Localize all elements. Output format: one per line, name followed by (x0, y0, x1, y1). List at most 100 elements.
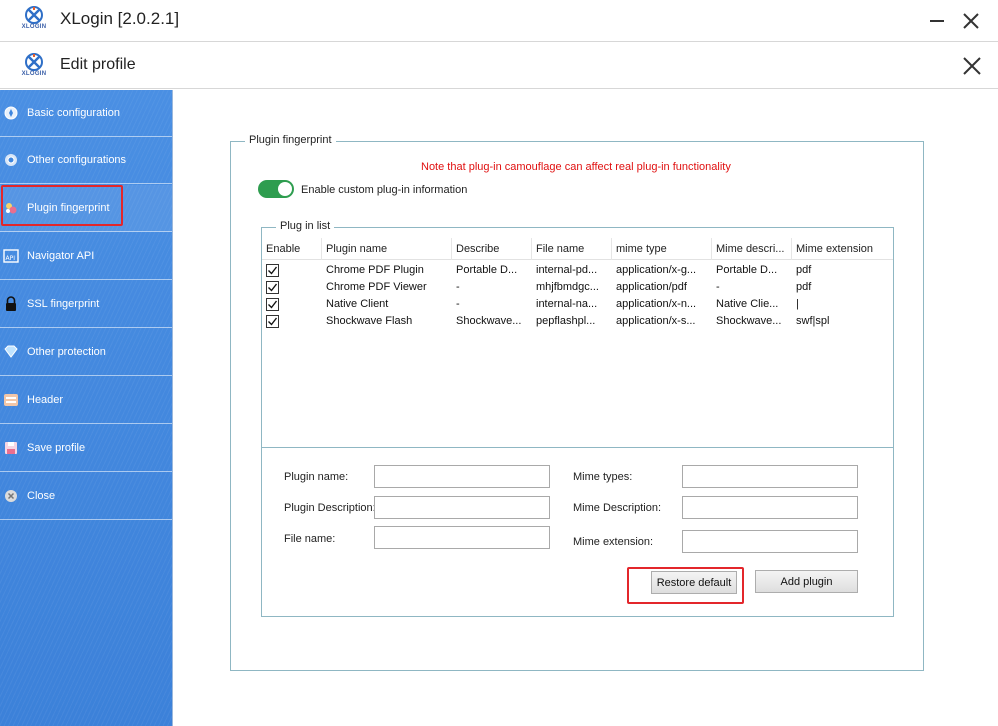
sidebar-item-close[interactable]: Close (0, 473, 172, 520)
compass-icon (3, 105, 19, 121)
group-title: Plugin fingerprint (245, 134, 336, 146)
shield-icon (3, 344, 19, 360)
cell-describe: Portable D... (456, 264, 518, 276)
sidebar-item-label: Save profile (27, 442, 86, 454)
app-title: XLogin [2.0.2.1] (60, 9, 180, 28)
table-row[interactable]: Shockwave Flash Shockwave... pepflashpl.… (262, 313, 893, 330)
api-icon: API (3, 248, 19, 264)
plugin-name-input[interactable] (374, 465, 550, 488)
cell-mime-description: Portable D... (716, 264, 778, 276)
custom-plugin-toggle[interactable] (258, 180, 294, 198)
column-header[interactable]: Describe (452, 238, 532, 260)
cell-mime-extension: | (796, 298, 799, 310)
header-icon (3, 392, 19, 408)
sidebar-item-plugin-fingerprint[interactable]: Plugin fingerprint (0, 185, 172, 232)
plugin-list-group: Plug in list Enable Plugin name Describe… (261, 220, 894, 617)
cell-file-name: mhjfbmdgc... (536, 281, 599, 293)
minimize-button[interactable] (924, 8, 950, 34)
cell-file-name: internal-na... (536, 298, 598, 310)
file-name-input[interactable] (374, 526, 550, 549)
column-header[interactable]: File name (532, 238, 612, 260)
cell-plugin-name: Shockwave Flash (326, 315, 413, 327)
sidebar: Basic configuration Other configurations… (0, 90, 173, 726)
sidebar-item-label: SSL fingerprint (27, 298, 100, 310)
plugin-name-label: Plugin name: (284, 471, 349, 483)
cell-mime-type: application/x-n... (616, 298, 697, 310)
dialog-header: XLOGIN Edit profile (0, 43, 998, 89)
sidebar-item-label: Navigator API (27, 250, 95, 262)
column-header[interactable]: Plugin name (322, 238, 452, 260)
cell-plugin-name: Chrome PDF Viewer (326, 281, 427, 293)
table-row[interactable]: Native Client - internal-na... applicati… (262, 296, 893, 313)
dialog-title: Edit profile (60, 56, 136, 73)
warning-text: Note that plug-in camouflage can affect … (421, 161, 731, 173)
xlogin-logo: XLOGIN (21, 5, 47, 35)
sidebar-item-header[interactable]: Header (0, 377, 172, 424)
sidebar-item-label: Other configurations (27, 154, 127, 166)
toggle-label: Enable custom plug-in information (301, 184, 468, 196)
mime-types-label: Mime types: (573, 471, 633, 483)
check-icon (268, 266, 278, 275)
table-row[interactable]: Chrome PDF Plugin Portable D... internal… (262, 262, 893, 279)
mime-description-label: Mime Description: (573, 502, 662, 514)
enable-checkbox[interactable] (266, 281, 279, 294)
lock-icon (3, 296, 19, 312)
enable-checkbox[interactable] (266, 315, 279, 328)
xlogin-logo: XLOGIN (21, 52, 47, 82)
cell-describe: Shockwave... (456, 315, 522, 327)
column-header[interactable]: Mime extension (792, 238, 893, 260)
restore-default-button[interactable]: Restore default (651, 571, 737, 594)
enable-checkbox[interactable] (266, 264, 279, 277)
mime-extension-input[interactable] (682, 530, 858, 553)
cell-mime-type: application/pdf (616, 281, 687, 293)
cell-mime-description: Shockwave... (716, 315, 782, 327)
mime-extension-label: Mime extension: (573, 536, 654, 548)
cell-file-name: internal-pd... (536, 264, 598, 276)
main-panel: Plugin fingerprint Note that plug-in cam… (174, 90, 998, 726)
add-plugin-button[interactable]: Add plugin (755, 570, 858, 593)
group-title: Plug in list (276, 220, 335, 232)
column-header[interactable]: Mime descri... (712, 238, 792, 260)
sidebar-item-save-profile[interactable]: Save profile (0, 425, 172, 472)
logo-text: XLOGIN (21, 24, 47, 30)
mime-types-input[interactable] (682, 465, 858, 488)
cell-plugin-name: Chrome PDF Plugin (326, 264, 424, 276)
check-icon (268, 317, 278, 326)
cell-describe: - (456, 281, 460, 293)
close-dialog-button[interactable] (958, 52, 986, 80)
cell-mime-description: - (716, 281, 720, 293)
mime-description-input[interactable] (682, 496, 858, 519)
sidebar-item-label: Other protection (27, 346, 106, 358)
cell-mime-description: Native Clie... (716, 298, 779, 310)
enable-checkbox[interactable] (266, 298, 279, 311)
column-header[interactable]: Enable (262, 238, 322, 260)
cell-mime-extension: pdf (796, 281, 812, 293)
cell-mime-extension: swf|spl (796, 315, 830, 327)
sidebar-item-other-configurations[interactable]: Other configurations (0, 137, 172, 184)
sidebar-item-label: Close (27, 490, 56, 502)
sidebar-item-basic-configuration[interactable]: Basic configuration (0, 90, 172, 137)
chrome-icon (3, 152, 19, 168)
sidebar-item-label: Plugin fingerprint (27, 202, 110, 214)
cell-describe: - (456, 298, 460, 310)
check-icon (268, 283, 278, 292)
sidebar-item-navigator-api[interactable]: API Navigator API (0, 233, 172, 280)
close-app-button[interactable] (958, 8, 984, 34)
file-name-label: File name: (284, 533, 336, 545)
plugin-description-label: Plugin Description: (284, 502, 376, 514)
svg-text:API: API (6, 255, 16, 262)
column-header[interactable]: mime type (612, 238, 712, 260)
table-header: Enable Plugin name Describe File name mi… (262, 238, 893, 260)
sidebar-item-other-protection[interactable]: Other protection (0, 329, 172, 376)
table-row[interactable]: Chrome PDF Viewer - mhjfbmdgc... applica… (262, 279, 893, 296)
cell-plugin-name: Native Client (326, 298, 389, 310)
sidebar-item-ssl-fingerprint[interactable]: SSL fingerprint (0, 281, 172, 328)
check-icon (268, 300, 278, 309)
cell-mime-type: application/x-s... (616, 315, 696, 327)
sidebar-item-label: Basic configuration (27, 107, 120, 119)
minus-icon (930, 20, 944, 22)
plugin-fingerprint-group: Plugin fingerprint Note that plug-in cam… (230, 134, 924, 671)
logo-text: XLOGIN (21, 71, 47, 77)
plugin-description-input[interactable] (374, 496, 550, 519)
plugin-table: Enable Plugin name Describe File name mi… (262, 236, 893, 448)
